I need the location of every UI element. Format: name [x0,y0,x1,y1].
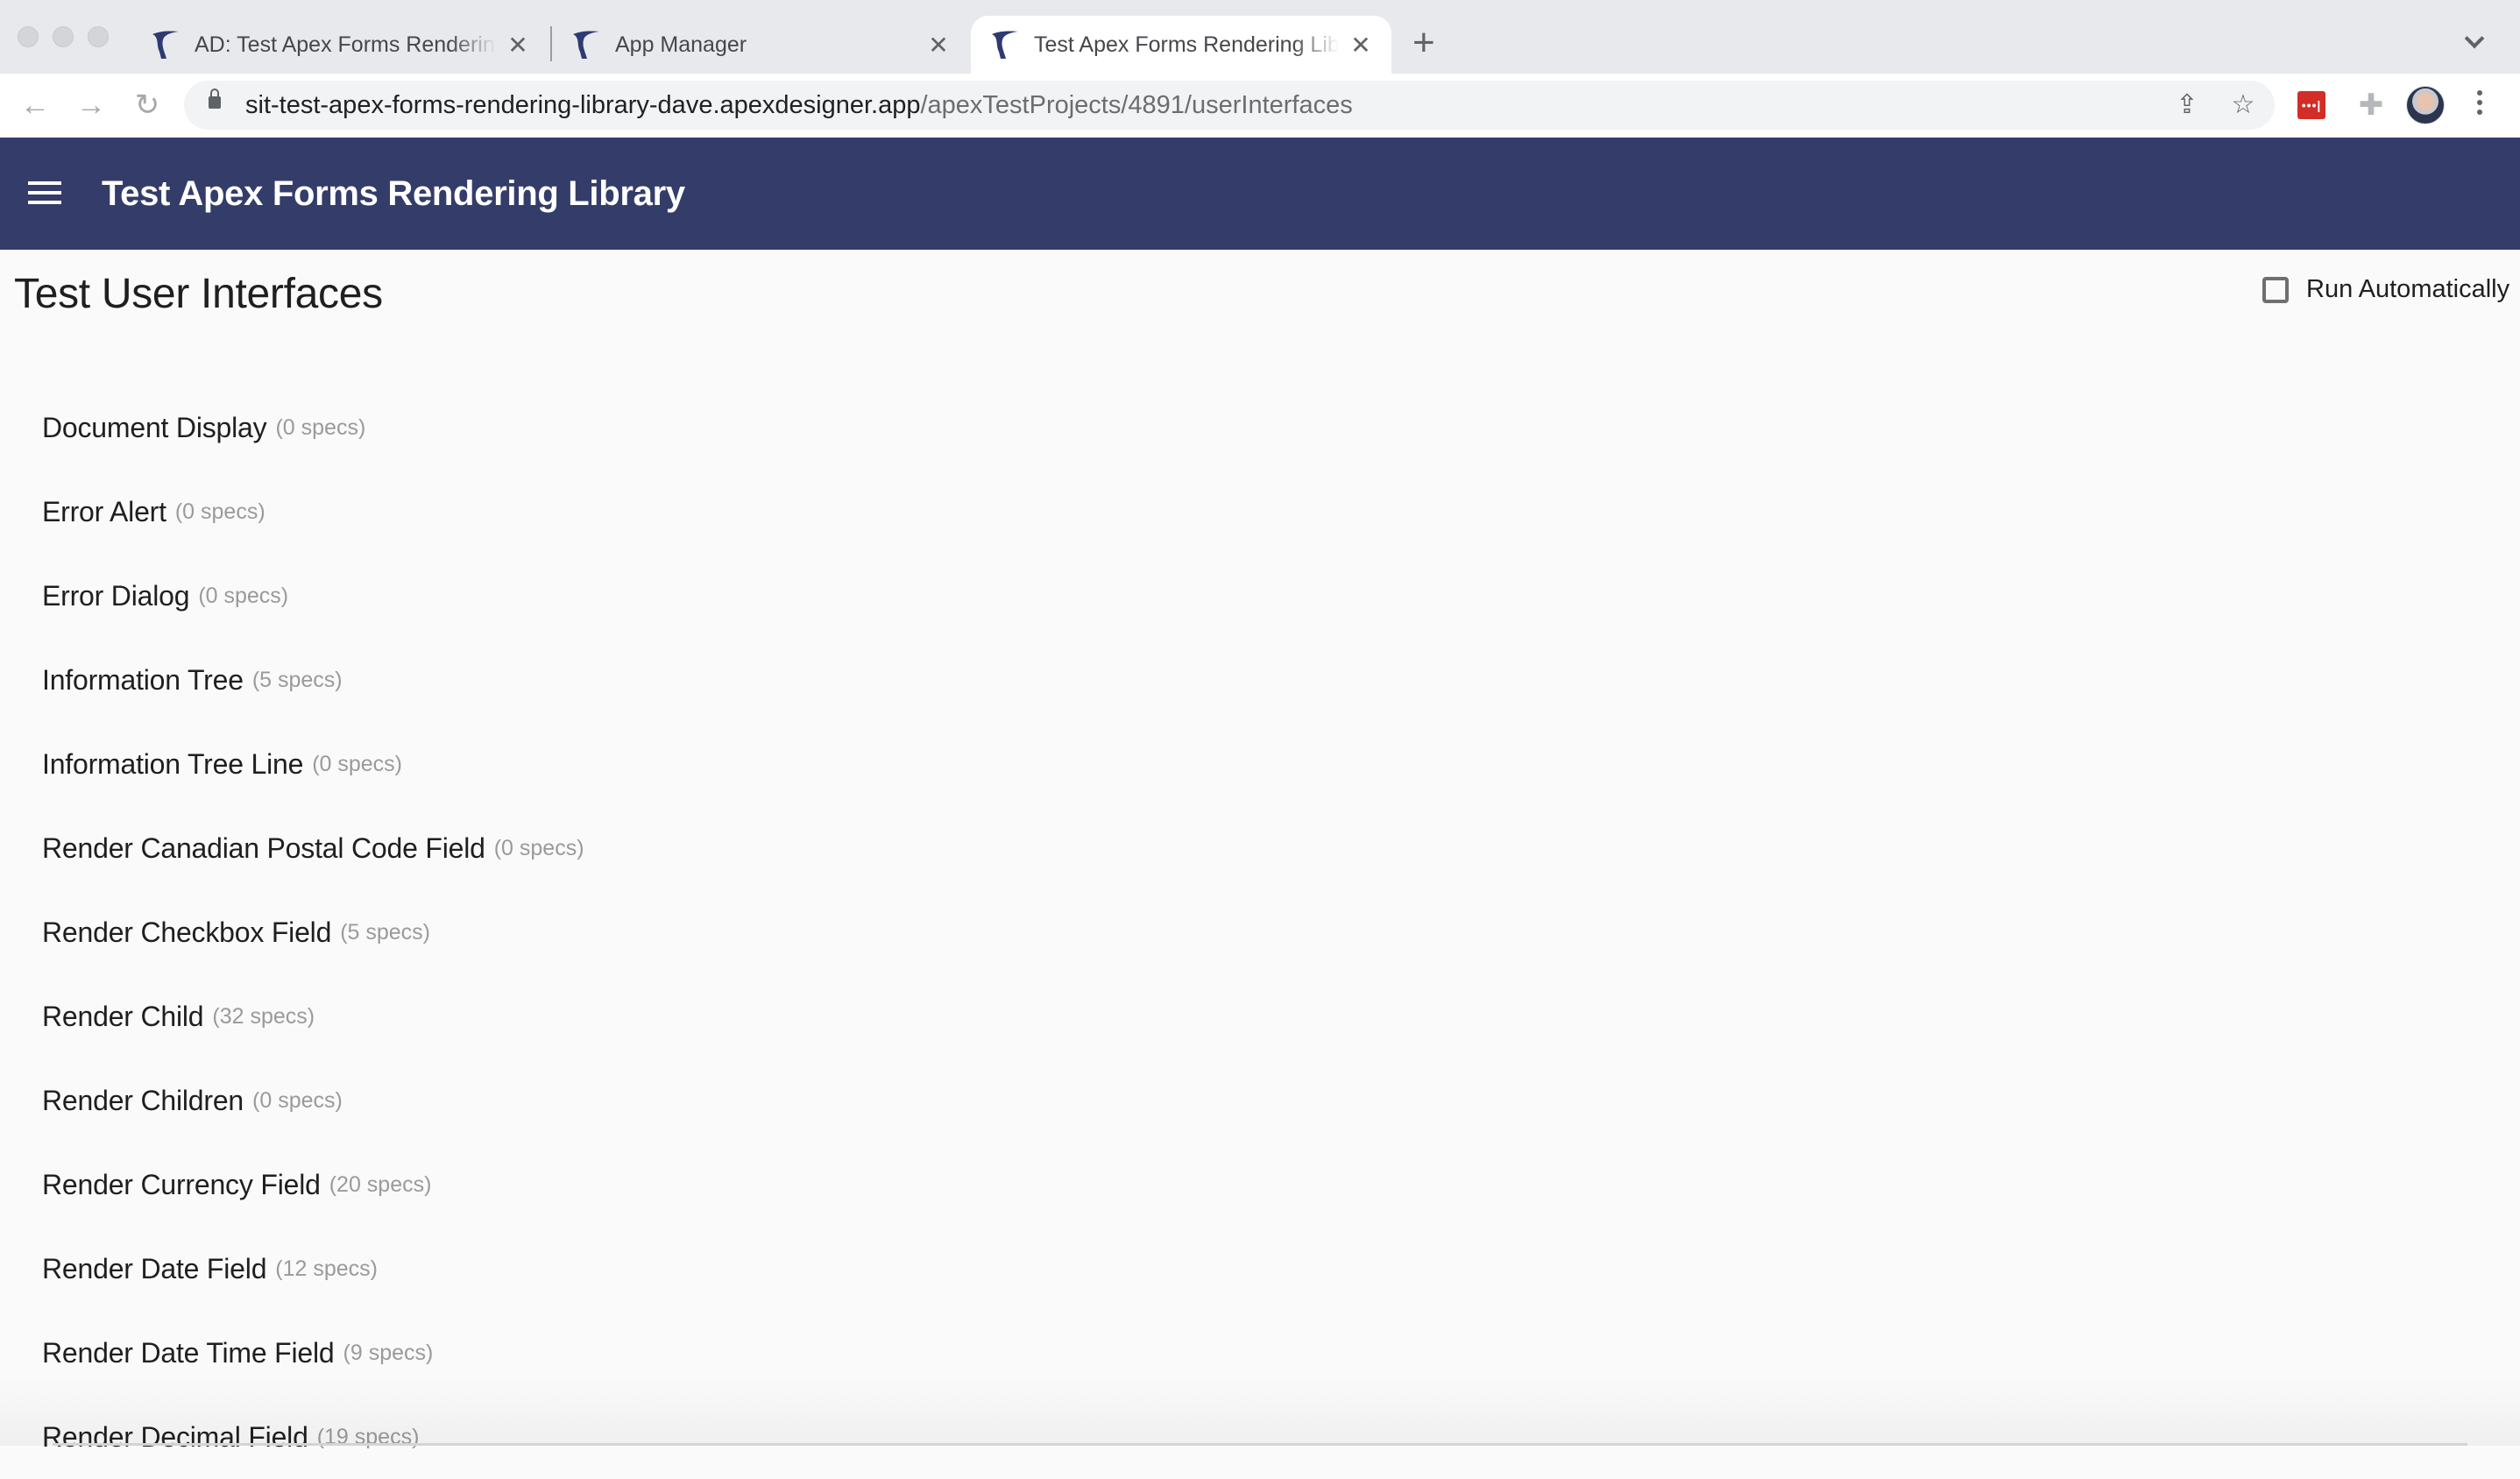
spec-count: (0 specs) [252,1087,343,1113]
list-item[interactable]: Error Dialog (0 specs) [42,554,584,638]
browser-toolbar: ← → ↻ sit-test-apex-forms-rendering-libr… [0,74,2520,137]
spec-count: (0 specs) [312,751,403,776]
url-host: sit-test-apex-forms-rendering-library-da… [245,91,921,119]
ui-name[interactable]: Render Currency Field [42,1169,321,1201]
ui-name[interactable]: Render Child [42,1001,204,1033]
run-automatically-label[interactable]: Run Automatically [2306,275,2509,304]
bookmark-star-icon[interactable]: ☆ [2226,88,2261,123]
app-title: Test Apex Forms Rendering Library [102,174,685,213]
spec-count: (20 specs) [329,1171,432,1197]
run-automatically-checkbox[interactable]: Run Automatically [2262,275,2509,304]
spec-count: (0 specs) [493,835,584,860]
list-item[interactable]: Information Tree Line (0 specs) [42,722,584,806]
close-tab-icon[interactable]: ✕ [925,31,952,60]
tab-title: App Manager [615,32,747,57]
spec-count: (0 specs) [174,499,265,524]
window-zoom-button[interactable] [88,26,109,47]
apex-designer-favicon-icon [573,31,599,59]
url-text[interactable]: sit-test-apex-forms-rendering-library-da… [245,91,1353,119]
new-tab-button[interactable]: + [1412,21,1435,65]
page-title: Test User Interfaces [14,271,383,317]
ui-name[interactable]: Render Canadian Postal Code Field [42,832,485,865]
list-item[interactable]: Render Canadian Postal Code Field (0 spec… [42,806,584,890]
back-button[interactable]: ← [18,88,53,123]
spec-count: (12 specs) [275,1256,379,1281]
close-tab-icon[interactable]: ✕ [505,31,531,60]
spec-count: (0 specs) [275,414,366,440]
spec-count: (0 specs) [198,583,289,608]
list-item[interactable]: Render Children (0 specs) [42,1058,584,1143]
tab-search-chevron-icon[interactable] [2464,28,2485,49]
list-item[interactable]: Render Date Time Field (9 specs) [42,1311,584,1395]
list-item[interactable]: Document Display (0 specs) [42,386,584,470]
tab-title: Test Apex Forms Rendering Library [1034,32,1339,57]
spec-count: (5 specs) [251,667,343,692]
ui-name[interactable]: Render Checkbox Field [42,916,331,949]
ui-name[interactable]: Render Decimal Field [42,1421,308,1454]
list-item[interactable]: Render Decimal Field (19 specs) [42,1395,584,1479]
ui-name[interactable]: Information Tree [42,664,244,697]
spec-count: (5 specs) [340,919,431,945]
lastpass-extension-icon[interactable]: •••| [2297,91,2325,119]
list-item[interactable]: Information Tree (5 specs) [42,638,584,722]
list-item[interactable]: Render Currency Field (20 specs) [42,1143,584,1227]
forward-button[interactable]: → [74,88,109,123]
app-header: Test Apex Forms Rendering Library [0,138,2520,250]
list-item[interactable]: Render Child (32 specs) [42,974,584,1058]
close-tab-icon[interactable]: ✕ [1348,31,1374,60]
ui-name[interactable]: Render Date Field [42,1253,266,1285]
list-item[interactable]: Error Alert (0 specs) [42,470,584,554]
list-item[interactable]: Render Date Field (12 specs) [42,1227,584,1311]
address-bar[interactable]: sit-test-apex-forms-rendering-library-da… [184,81,2275,130]
spec-count: (19 specs) [316,1424,420,1449]
window-minimize-button[interactable] [53,26,74,47]
window-close-button[interactable] [18,26,39,47]
apex-designer-favicon-icon [992,31,1018,59]
spec-count: (9 specs) [343,1340,434,1365]
browser-tab-strip: AD: Test Apex Forms Rendering Library ✕ … [0,0,2520,74]
ui-name[interactable]: Error Alert [42,496,166,528]
checkbox-box[interactable] [2262,276,2289,303]
browser-tab-active[interactable]: Test Apex Forms Rendering Library ✕ [971,16,1391,74]
user-interface-list: Document Display (0 specs) Error Alert (0 … [42,386,584,1479]
browser-tab[interactable]: AD: Test Apex Forms Rendering Library ✕ [131,16,549,74]
share-icon[interactable]: ⇪ [2170,88,2205,123]
lock-icon[interactable] [209,88,221,109]
ui-name[interactable]: Render Children [42,1085,244,1117]
ui-name[interactable]: Render Date Time Field [42,1337,335,1369]
ui-name[interactable]: Document Display [42,412,267,444]
browser-tab[interactable]: App Manager ✕ [552,16,969,74]
extensions-puzzle-icon[interactable]: ✚ [2355,89,2387,121]
spec-count: (32 specs) [212,1003,315,1029]
reload-button[interactable]: ↻ [130,88,165,123]
tab-title: AD: Test Apex Forms Rendering Library [195,32,496,57]
profile-avatar[interactable] [2406,86,2445,124]
list-item[interactable]: Render Checkbox Field (5 specs) [42,890,584,974]
ui-name[interactable]: Information Tree Line [42,748,303,781]
ui-name[interactable]: Error Dialog [42,580,190,612]
apex-designer-favicon-icon [152,31,179,59]
hamburger-menu-icon[interactable] [28,181,61,208]
browser-menu-icon[interactable] [2471,86,2488,124]
url-path: /apexTestProjects/4891/userInterfaces [920,91,1353,119]
